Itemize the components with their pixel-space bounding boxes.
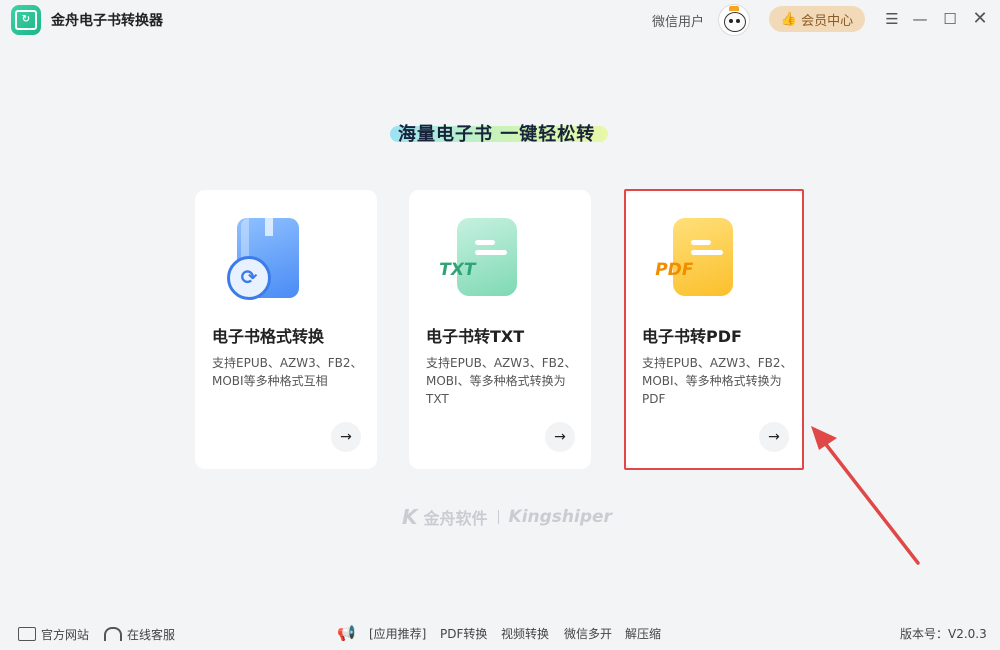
- avatar[interactable]: [718, 4, 750, 36]
- arrow-right-icon[interactable]: →: [759, 422, 789, 452]
- kingshiper-logo-icon: K: [402, 505, 418, 529]
- txt-icon-label: TXT: [437, 260, 478, 280]
- user-name[interactable]: 微信用户: [652, 11, 704, 30]
- link-pdf-convert[interactable]: PDF转换: [440, 622, 487, 646]
- minimize-icon[interactable]: —: [910, 9, 930, 29]
- maximize-icon[interactable]: ☐: [940, 9, 960, 29]
- txt-doc-icon: TXT: [437, 214, 539, 304]
- app-logo-icon: ↻: [11, 5, 41, 35]
- online-service-link[interactable]: 在线客服: [104, 622, 175, 646]
- version-label: 版本号：V2.0.3: [900, 627, 987, 641]
- card-desc: 支持EPUB、AZW3、FB2、MOBI、等多种格式转换为TXT: [426, 356, 577, 406]
- slogan: 海量电子书 一键轻松转: [390, 120, 610, 146]
- footer: 官方网站 在线客服 📢 [应用推荐] PDF转换 视频转换 微信多开 解压缩 版…: [0, 622, 1000, 646]
- card-title: 电子书转PDF: [642, 327, 742, 346]
- pdf-icon-label: PDF: [653, 260, 695, 280]
- headset-icon: [104, 627, 122, 641]
- official-site-link[interactable]: 官方网站: [18, 622, 89, 646]
- brand-watermark: K 金舟软件 Kingshiper: [402, 505, 612, 529]
- card-to-pdf[interactable]: PDF 电子书转PDF 支持EPUB、AZW3、FB2、MOBI、等多种格式转换…: [624, 189, 804, 470]
- title-bar: ↻ 金舟电子书转换器 微信用户 👍 会员中心 ☰ — ☐ ✕: [0, 0, 1000, 38]
- card-format-convert[interactable]: ⟳ 电子书格式转换 支持EPUB、AZW3、FB2、MOBI等多种格式互相 →: [195, 190, 377, 469]
- pdf-doc-icon: PDF: [653, 214, 755, 304]
- arrow-right-icon[interactable]: →: [331, 422, 361, 452]
- vip-center-button[interactable]: 👍 会员中心: [769, 6, 865, 32]
- close-icon[interactable]: ✕: [970, 9, 990, 29]
- slogan-text: 海量电子书 一键轻松转: [398, 124, 596, 145]
- arrow-right-icon[interactable]: →: [545, 422, 575, 452]
- card-desc: 支持EPUB、AZW3、FB2、MOBI等多种格式互相: [212, 356, 363, 388]
- monitor-icon: [18, 627, 36, 641]
- link-unzip[interactable]: 解压缩: [625, 622, 661, 646]
- card-to-txt[interactable]: TXT 电子书转TXT 支持EPUB、AZW3、FB2、MOBI、等多种格式转换…: [409, 190, 591, 469]
- annotation-arrow-icon: [811, 426, 920, 565]
- link-video-convert[interactable]: 视频转换: [501, 622, 549, 646]
- app-title: 金舟电子书转换器: [51, 13, 163, 29]
- card-desc: 支持EPUB、AZW3、FB2、MOBI、等多种格式转换为PDF: [642, 356, 793, 406]
- brand-en: Kingshiper: [508, 507, 612, 527]
- card-title: 电子书转TXT: [426, 327, 525, 346]
- thumb-up-icon: 👍: [780, 11, 798, 27]
- card-title: 电子书格式转换: [212, 327, 325, 346]
- menu-icon[interactable]: ☰: [882, 9, 902, 29]
- app-recommend-label: [应用推荐]: [369, 627, 427, 641]
- panda-face-icon: [724, 12, 746, 32]
- book-sync-icon: ⟳: [225, 214, 325, 304]
- link-wechat-multi[interactable]: 微信多开: [564, 622, 612, 646]
- crown-icon: [729, 6, 739, 11]
- megaphone-icon: 📢: [337, 624, 356, 642]
- brand-cn: 金舟软件: [423, 509, 488, 528]
- vip-center-label: 会员中心: [801, 13, 854, 29]
